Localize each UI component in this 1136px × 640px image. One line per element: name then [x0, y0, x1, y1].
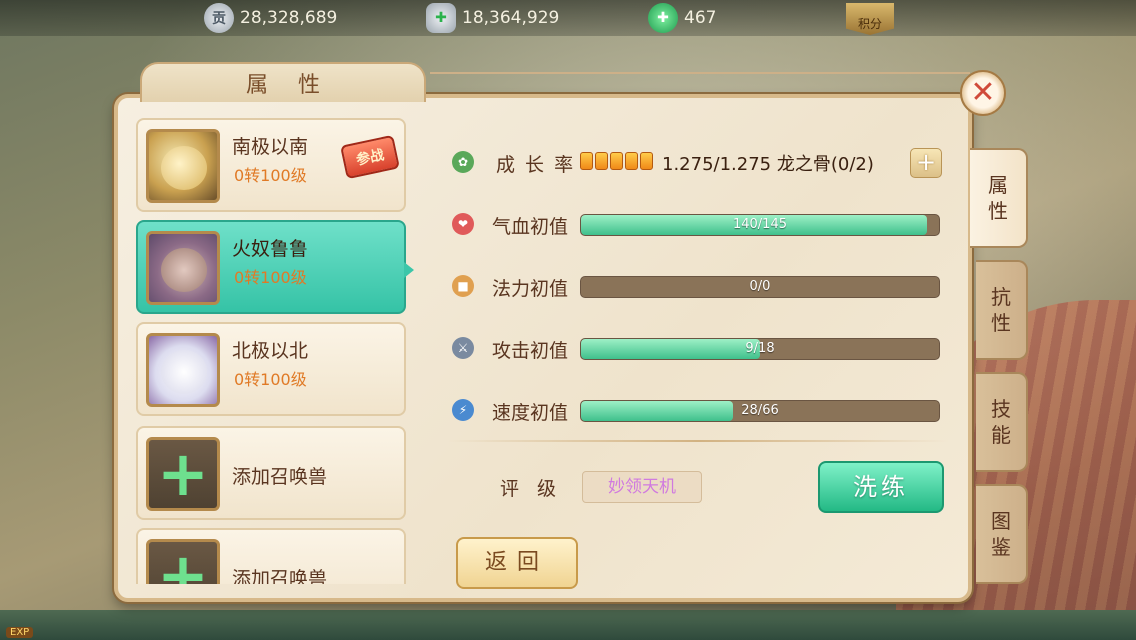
silver-coin-icon: 贡	[204, 3, 234, 33]
pet-item[interactable]: 北极以北 0转100级	[136, 322, 406, 416]
pet-list[interactable]: 南极以南 0转100级 参战 火奴鲁鲁 0转100级 北极以北 0转100级 +…	[134, 114, 408, 584]
pet-name: 火奴鲁鲁	[232, 238, 309, 260]
speed-bar: 28/66	[580, 400, 940, 422]
tab-label: 属性	[988, 173, 1008, 223]
cat-portrait	[161, 350, 207, 394]
add-pet-item[interactable]: + 添加召唤兽	[136, 426, 406, 520]
silver-ingot-add-icon[interactable]: ✚	[426, 3, 456, 33]
growth-stars	[580, 152, 653, 170]
back-button[interactable]: 返回	[456, 537, 578, 589]
attack-bar: 9/18	[580, 338, 940, 360]
heart-icon: ❤	[452, 213, 474, 235]
mp-bar: 0/0	[580, 276, 940, 298]
pet-level: 0转100级	[234, 268, 307, 287]
dragon-portrait	[161, 146, 207, 190]
growth-star	[610, 152, 623, 170]
add-icon: +	[146, 539, 220, 584]
points-badge[interactable]: 积分	[846, 3, 894, 35]
growth-star	[580, 152, 593, 170]
pet-item[interactable]: 南极以南 0转100级 参战	[136, 118, 406, 212]
pet-avatar	[146, 129, 220, 203]
silver-ingot-currency[interactable]: ✚ 18,364,929	[426, 3, 560, 33]
growth-value: 1.275/1.275 龙之骨(0/2)	[662, 154, 874, 175]
pet-level: 0转100级	[234, 370, 307, 389]
growth-star	[595, 152, 608, 170]
panel-title-tab: 属性	[140, 62, 426, 102]
hp-value: 140/145	[732, 217, 787, 232]
add-pet-label: 添加召唤兽	[232, 466, 328, 488]
sword-icon: ⚔	[452, 337, 474, 359]
selection-arrow-icon	[404, 262, 414, 278]
pet-name: 北极以北	[232, 340, 309, 362]
wash-button[interactable]: 洗练	[818, 461, 944, 513]
growth-add-button[interactable]: +	[910, 148, 942, 178]
tab-label: 图鉴	[991, 509, 1011, 559]
jade-value: 467	[684, 8, 717, 28]
speed-label: 速度初值	[492, 402, 569, 424]
currency-bar: 贡 28,328,689 ✚ 18,364,929 ✚ 467 积分	[0, 0, 1136, 36]
jade-gem-add-icon[interactable]: ✚	[648, 3, 678, 33]
tab-attributes[interactable]: 属性	[970, 148, 1028, 248]
rating-label: 评级	[500, 478, 575, 500]
mana-icon: ■	[452, 275, 474, 297]
rating-value: 妙领天机	[582, 471, 702, 503]
tab-resistance[interactable]: 抗性	[976, 260, 1028, 360]
tab-skills[interactable]: 技能	[976, 372, 1028, 472]
close-button[interactable]: ✕	[960, 70, 1006, 116]
pet-avatar	[146, 231, 220, 305]
attack-label: 攻击初值	[492, 340, 569, 362]
add-pet-label: 添加召唤兽	[232, 568, 328, 584]
tab-label: 抗性	[991, 285, 1011, 335]
growth-star	[625, 152, 638, 170]
boar-portrait	[161, 248, 207, 292]
tab-codex[interactable]: 图鉴	[976, 484, 1028, 584]
silver-ingot-value: 18,364,929	[462, 8, 560, 28]
hp-bar: 140/145	[580, 214, 940, 236]
speed-icon: ⚡	[452, 399, 474, 421]
add-icon: +	[146, 437, 220, 511]
silver-coin-currency: 贡 28,328,689	[204, 3, 338, 33]
pet-item-selected[interactable]: 火奴鲁鲁 0转100级	[136, 220, 406, 314]
add-pet-item[interactable]: + 添加召唤兽	[136, 528, 406, 584]
divider	[448, 440, 948, 442]
pet-name: 南极以南	[232, 136, 309, 158]
growth-star	[640, 152, 653, 170]
battle-stamp: 参战	[340, 134, 400, 180]
jade-currency[interactable]: ✚ 467	[648, 3, 717, 33]
silver-coin-value: 28,328,689	[240, 8, 338, 28]
speed-value: 28/66	[741, 403, 779, 418]
panel-title: 属性	[245, 73, 350, 98]
attack-value: 9/18	[745, 341, 775, 356]
title-deco-line	[430, 72, 970, 74]
pet-avatar	[146, 333, 220, 407]
pet-level: 0转100级	[234, 166, 307, 185]
growth-label: 成 长 率	[496, 154, 576, 176]
mp-value: 0/0	[749, 279, 771, 294]
bottom-bar: EXP	[0, 610, 1136, 640]
sprout-icon: ✿	[452, 151, 474, 173]
hp-label: 气血初值	[492, 216, 569, 238]
mp-label: 法力初值	[492, 278, 569, 300]
tab-label: 技能	[991, 397, 1011, 447]
exp-badge: EXP	[6, 627, 34, 638]
